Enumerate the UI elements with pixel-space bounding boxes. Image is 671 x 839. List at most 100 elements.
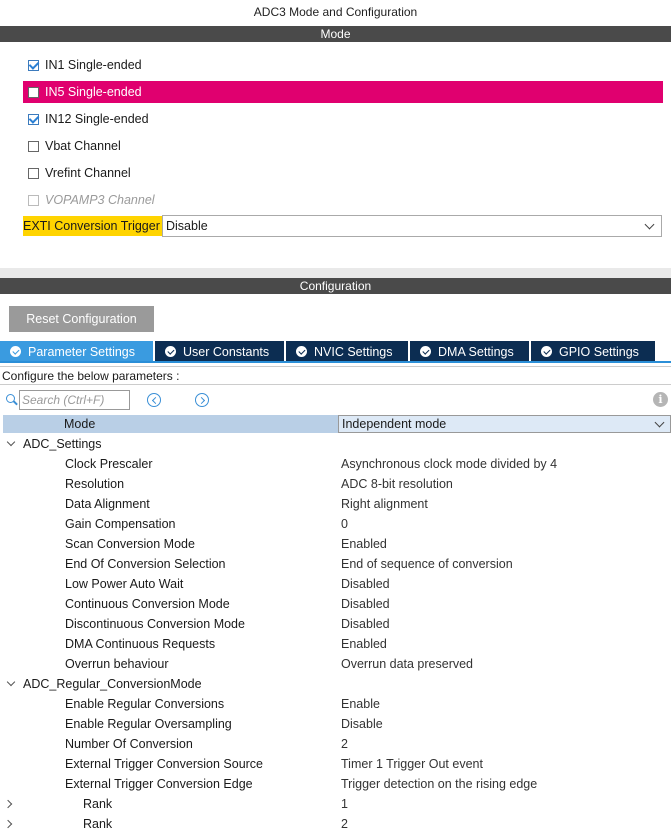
chevron-right-icon[interactable] <box>3 799 13 809</box>
param-row[interactable]: Overrun behaviour Overrun data preserved <box>0 654 671 674</box>
param-value: 2 <box>341 737 348 751</box>
check-circle-icon <box>165 346 176 357</box>
param-value: Trigger detection on the rising edge <box>341 777 538 791</box>
param-value: Timer 1 Trigger Out event <box>341 757 483 771</box>
channel-row[interactable]: IN5 Single-ended <box>23 81 663 103</box>
channel-label: IN5 Single-ended <box>45 85 142 99</box>
channel-checkbox <box>28 194 39 206</box>
param-row[interactable]: Enable Regular Oversampling Disable <box>0 714 671 734</box>
param-row[interactable]: External Trigger Conversion Source Timer … <box>0 754 671 774</box>
param-row[interactable]: Resolution ADC 8-bit resolution <box>0 474 671 494</box>
param-group-header[interactable]: ADC_Regular_ConversionMode <box>0 674 671 694</box>
search-icon <box>6 394 15 403</box>
check-circle-icon <box>10 346 21 357</box>
check-circle-icon <box>296 346 307 357</box>
chevron-down-icon[interactable] <box>6 437 16 447</box>
channel-label: Vrefint Channel <box>45 166 131 180</box>
channel-checkbox[interactable] <box>28 86 39 98</box>
channel-row[interactable]: IN1 Single-ended <box>23 54 663 76</box>
configure-parameters-label: Configure the below parameters : <box>0 366 671 385</box>
param-row[interactable]: Scan Conversion Mode Enabled <box>0 534 671 554</box>
param-group-name: ADC_Settings <box>23 437 102 451</box>
param-value: Overrun data preserved <box>341 657 474 671</box>
param-row[interactable]: Data Alignment Right alignment <box>0 494 671 514</box>
tab-gpio-settings[interactable]: GPIO Settings <box>531 341 655 362</box>
tab-label: Parameter Settings <box>28 344 135 359</box>
param-value: Disable <box>341 717 383 731</box>
exti-trigger-value: Disable <box>166 219 208 233</box>
channel-row[interactable]: IN12 Single-ended <box>23 108 663 130</box>
mode-select[interactable]: Independent mode <box>338 415 671 433</box>
previous-match-icon[interactable] <box>147 393 161 407</box>
chevron-down-icon <box>644 219 655 230</box>
mode-section-header: Mode <box>0 26 671 42</box>
rank-row[interactable]: Rank 2 <box>0 814 671 834</box>
chevron-right-icon[interactable] <box>3 819 13 829</box>
reset-configuration-button[interactable]: Reset Configuration <box>9 306 154 332</box>
info-icon[interactable]: i <box>653 392 668 407</box>
param-value: Disabled <box>341 597 390 611</box>
search-input[interactable] <box>19 390 130 410</box>
window-title: ADC3 Mode and Configuration <box>253 5 418 19</box>
chevron-down-icon[interactable] <box>6 677 16 687</box>
configuration-section-header: Configuration <box>0 278 671 294</box>
tab-parameter-settings[interactable]: Parameter Settings <box>0 341 153 362</box>
param-key: Gain Compensation <box>65 517 176 531</box>
param-row[interactable]: Low Power Auto Wait Disabled <box>0 574 671 594</box>
param-key: Rank <box>83 797 113 811</box>
tab-nvic-settings[interactable]: NVIC Settings <box>286 341 408 362</box>
param-key: Enable Regular Oversampling <box>65 717 232 731</box>
param-key: Resolution <box>65 477 125 491</box>
param-value: Right alignment <box>341 497 428 511</box>
param-row[interactable]: Continuous Conversion Mode Disabled <box>0 594 671 614</box>
param-value: End of sequence of conversion <box>341 557 513 571</box>
tab-label: NVIC Settings <box>314 344 393 359</box>
param-value: ADC 8-bit resolution <box>341 477 453 491</box>
param-group-header[interactable]: ADC_Settings <box>0 434 671 454</box>
chevron-down-icon <box>654 417 665 428</box>
tabs-underline <box>0 361 671 363</box>
exti-trigger-select[interactable]: Disable <box>162 215 662 237</box>
check-circle-icon <box>420 346 431 357</box>
param-value: Asynchronous clock mode divided by 4 <box>341 457 558 471</box>
param-key: External Trigger Conversion Source <box>65 757 264 771</box>
param-key: Low Power Auto Wait <box>65 577 184 591</box>
channel-checkbox[interactable] <box>28 113 39 125</box>
channel-checkbox[interactable] <box>28 59 39 71</box>
rank-row[interactable]: Rank 1 <box>0 794 671 814</box>
param-key: Overrun behaviour <box>65 657 169 671</box>
param-key: External Trigger Conversion Edge <box>65 777 253 791</box>
channel-label: IN1 Single-ended <box>45 58 142 72</box>
param-row[interactable]: External Trigger Conversion Edge Trigger … <box>0 774 671 794</box>
tab-dma-settings[interactable]: DMA Settings <box>410 341 529 362</box>
channel-row[interactable]: Vbat Channel <box>23 135 663 157</box>
param-value: Enabled <box>341 537 387 551</box>
param-key: Scan Conversion Mode <box>65 537 195 551</box>
param-value: Enable <box>341 697 380 711</box>
param-row[interactable]: DMA Continuous Requests Enabled <box>0 634 671 654</box>
channel-checkbox[interactable] <box>28 167 39 179</box>
channel-label: IN12 Single-ended <box>45 112 149 126</box>
param-key: Discontinuous Conversion Mode <box>65 617 245 631</box>
param-value: 2 <box>341 817 348 831</box>
tab-user-constants[interactable]: User Constants <box>155 341 284 362</box>
channel-checkbox[interactable] <box>28 140 39 152</box>
param-value: 1 <box>341 797 348 811</box>
param-row[interactable]: Discontinuous Conversion Mode Disabled <box>0 614 671 634</box>
param-row[interactable]: End Of Conversion Selection End of sequen… <box>0 554 671 574</box>
param-key: Data Alignment <box>65 497 150 511</box>
param-key: Clock Prescaler <box>65 457 153 471</box>
param-row[interactable]: Enable Regular Conversions Enable <box>0 694 671 714</box>
param-row[interactable]: Clock Prescaler Asynchronous clock mode d… <box>0 454 671 474</box>
param-key: Number Of Conversion <box>65 737 193 751</box>
param-key: End Of Conversion Selection <box>65 557 226 571</box>
mode-select-value: Independent mode <box>342 417 447 431</box>
channel-label: VOPAMP3 Channel <box>45 193 155 207</box>
param-value: Disabled <box>341 617 390 631</box>
channel-label: Vbat Channel <box>45 139 121 153</box>
param-row[interactable]: Gain Compensation 0 <box>0 514 671 534</box>
config-tabs: Parameter Settings User Constants NVIC Set… <box>0 341 671 362</box>
channel-row[interactable]: Vrefint Channel <box>23 162 663 184</box>
next-match-icon[interactable] <box>195 393 209 407</box>
param-row[interactable]: Number Of Conversion 2 <box>0 734 671 754</box>
